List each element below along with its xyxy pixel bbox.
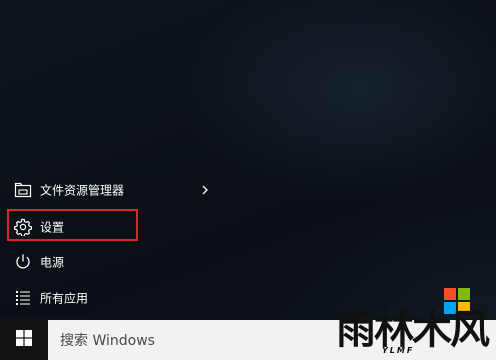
start-item-all-apps[interactable]: 所有应用 <box>0 281 225 315</box>
start-item-label: 电源 <box>40 255 65 270</box>
start-item-power[interactable]: 电源 <box>0 245 225 279</box>
start-button[interactable] <box>0 319 48 360</box>
start-item-file-explorer[interactable]: 文件资源管理器 <box>0 173 225 207</box>
watermark-text: 雨林木风 <box>336 307 490 353</box>
start-item-label: 文件资源管理器 <box>40 183 125 198</box>
watermark-subtext: YLMF <box>382 346 415 355</box>
start-menu: 文件资源管理器 设置 电源 所有应用 <box>0 0 496 318</box>
windows-logo-icon <box>16 329 32 350</box>
search-placeholder: 搜索 Windows <box>60 333 155 349</box>
chevron-right-icon <box>200 184 210 196</box>
settings-highlight-box <box>7 209 138 241</box>
start-item-label: 所有应用 <box>40 291 89 306</box>
all-apps-icon <box>13 288 33 308</box>
power-icon <box>13 252 33 272</box>
watermark: 雨林木风 YLMF <box>336 284 496 360</box>
folder-explorer-icon <box>13 180 33 200</box>
